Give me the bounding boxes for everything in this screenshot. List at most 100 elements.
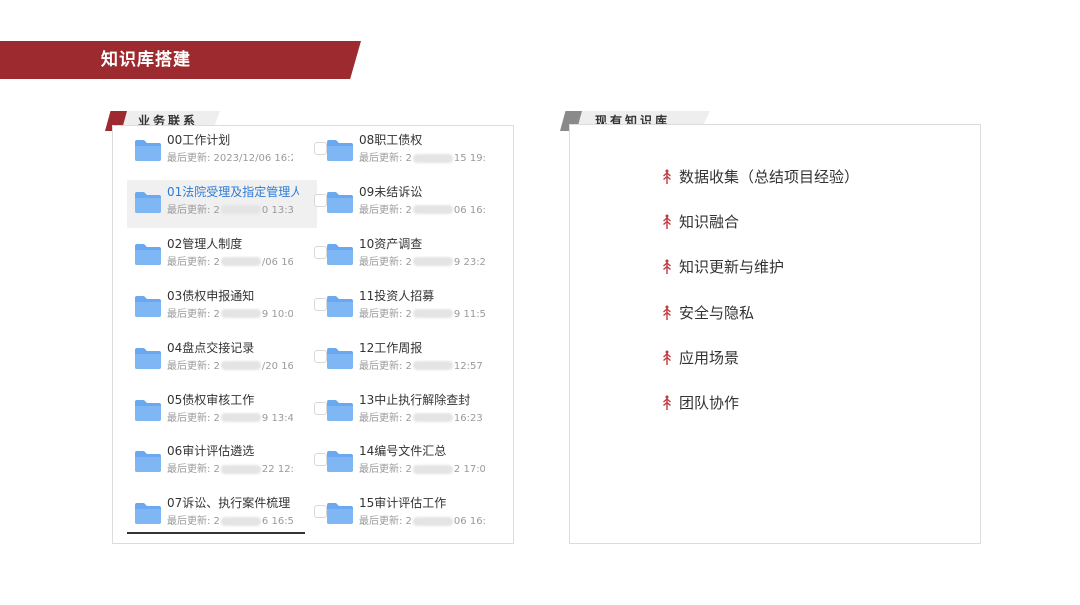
folder-updated-suffix: 9 23:27 [453, 256, 485, 268]
folder-updated-suffix: 06 16:42 [453, 516, 485, 528]
folder-item[interactable]: 14编号文件汇总最后更新: 2 2 17:03 [319, 439, 509, 487]
page-title: 知识库搭建 [101, 50, 191, 70]
folder-icon [134, 501, 162, 525]
folder-icon [326, 449, 354, 473]
folder-updated-time: 最后更新: 2 6 16:5 [167, 515, 293, 529]
folder-updated-suffix: 9 11:57 [453, 308, 485, 320]
folder-updated-time: 最后更新: 2/20 16:1 [167, 360, 293, 374]
folder-updated-prefix: 最后更新: 2 [167, 308, 220, 320]
folder-icon [134, 242, 162, 266]
folder-icon [326, 190, 354, 214]
folder-updated-suffix: 6 16:5 [261, 516, 293, 528]
folder-icon [134, 294, 162, 318]
folder-item[interactable]: 04盘点交接记录最后更新: 2/20 16:1 [127, 336, 327, 384]
redacted-date [220, 413, 261, 422]
kb-item-label: 数据收集（总结项目经验） [679, 168, 860, 186]
folder-item[interactable]: 06审计评估遴选最后更新: 2 22 12:1 [127, 439, 327, 487]
folder-name: 07诉讼、执行案件梳理 [167, 496, 291, 511]
folder-updated-time: 最后更新: 2 06 16:29 [359, 204, 485, 218]
folder-name: 11投资人招募 [359, 288, 435, 303]
folder-item[interactable]: 00工作计划最后更新: 2023/12/06 16:2 [127, 128, 327, 176]
folder-name: 00工作计划 [167, 133, 231, 147]
folder-item[interactable]: 12工作周报 最后更新: 2 12:57 [319, 336, 509, 384]
folder-updated-time: 最后更新: 2 9 10:0 [167, 308, 293, 322]
folder-updated-prefix: 最后更新: 2 [359, 360, 412, 372]
folder-updated-time: 最后更新: 2 0 13:3 [167, 204, 293, 218]
folder-name: 01法院受理及指定管理人 [167, 184, 299, 199]
root-icon [662, 169, 672, 185]
folder-name: 05债权审核工作 [167, 392, 255, 407]
folder-name: 02管理人制度 [167, 236, 243, 251]
folder-updated-prefix: 最后更新: 2 [167, 412, 220, 424]
folder-updated-suffix: 22 12:1 [261, 464, 293, 476]
kb-item-label: 应用场景 [679, 348, 740, 367]
kb-item-label: 团队协作 [679, 394, 740, 412]
redacted-date [220, 464, 261, 474]
folder-item[interactable]: 13中止执行解除查封 最后更新: 2 16:23 [319, 388, 509, 436]
root-icon [662, 305, 672, 321]
folder-name: 08职工债权 [359, 133, 423, 147]
folder-updated-suffix: 9 13:4 [261, 412, 293, 424]
folder-updated-time: 最后更新: 2 9 23:27 [359, 256, 485, 270]
folder-updated-suffix: /20 16:1 [261, 360, 293, 372]
folder-updated-time: 最后更新: 2 16:23 [359, 412, 485, 426]
folder-name: 14编号文件汇总 [359, 444, 447, 459]
folder-name: 13中止执行解除查封 [359, 392, 471, 407]
folder-updated-prefix: 最后更新: 2 [359, 256, 412, 268]
redacted-date [412, 309, 453, 319]
folder-updated-time: 最后更新: 2 9 13:4 [167, 412, 293, 426]
root-icon [662, 214, 672, 230]
folder-updated-prefix: 最后更新: 2 [359, 412, 412, 424]
folder-updated-prefix: 最后更新: 2 [359, 204, 412, 216]
redacted-date [412, 464, 453, 474]
folder-item[interactable]: 11投资人招募最后更新: 2 9 11:57 [319, 284, 509, 332]
root-icon [662, 350, 672, 366]
folder-icon [326, 346, 354, 370]
folder-updated-time: 最后更新: 2023/12/06 16:2 [167, 152, 293, 166]
folder-name: 15审计评估工作 [359, 496, 447, 511]
folder-updated-prefix: 最后更新: 2 [167, 464, 220, 476]
folder-updated-suffix: 0 13:3 [261, 204, 293, 216]
folder-icon [134, 138, 162, 162]
redacted-date [412, 516, 453, 526]
folder-updated-time: 最后更新: 2 2 17:03 [359, 463, 485, 477]
redacted-date [412, 153, 453, 163]
folder-name: 04盘点交接记录 [167, 340, 255, 355]
folder-item[interactable]: 10资产调查最后更新: 2 9 23:27 [319, 232, 509, 280]
folder-name: 12工作周报 [359, 340, 423, 355]
scroll-indicator [127, 532, 305, 534]
folder-item[interactable]: 09未结诉讼最后更新: 2 06 16:29 [319, 180, 509, 228]
folder-icon [134, 346, 162, 370]
kb-item-label: 知识更新与维护 [679, 258, 785, 277]
folder-name: 06审计评估遴选 [167, 444, 255, 459]
folder-updated-prefix: 最后更新: 2 [167, 360, 220, 372]
folder-updated-suffix: /06 16:2 [261, 256, 293, 268]
folder-name: 03债权申报通知 [167, 288, 255, 303]
folder-item[interactable]: 02管理人制度最后更新: 2/06 16:2 [127, 232, 327, 280]
folder-updated-prefix: 最后更新: 2023/12/06 16:2 [167, 153, 293, 164]
folder-updated-prefix: 最后更新: 2 [359, 516, 412, 528]
folder-updated-suffix: 06 16:29 [453, 204, 485, 216]
folder-item[interactable]: 05债权审核工作 最后更新: 2 9 13:4 [127, 388, 327, 436]
folder-updated-suffix: 15 19:09 [453, 153, 485, 164]
root-icon [662, 259, 672, 275]
folder-updated-time: 最后更新: 2 15 19:09 [359, 152, 485, 166]
folder-item[interactable]: 08职工债权最后更新: 2 15 19:09 [319, 128, 509, 176]
redacted-date [220, 309, 261, 319]
folder-icon [326, 398, 354, 422]
folder-item[interactable]: 03债权申报通知最后更新: 2 9 10:0 [127, 284, 327, 332]
redacted-date [412, 205, 453, 215]
redacted-date [412, 361, 453, 371]
folder-item[interactable]: 01法院受理及指定管理人 最后更新: 2 0 13:3 [127, 179, 327, 228]
folder-item[interactable]: 15审计评估工作最后更新: 2 06 16:42 [319, 491, 509, 539]
folder-icon [326, 501, 354, 525]
folder-icon [134, 449, 162, 473]
folder-name: 10资产调查 [359, 236, 423, 251]
folder-updated-suffix: 12:57 [453, 360, 483, 372]
folder-icon [134, 190, 162, 214]
folder-updated-prefix: 最后更新: 2 [359, 308, 412, 320]
folder-updated-suffix: 16:23 [453, 412, 483, 424]
kb-item-label: 知识融合 [679, 213, 740, 232]
folder-icon [326, 138, 354, 162]
folder-updated-prefix: 最后更新: 2 [167, 256, 220, 268]
